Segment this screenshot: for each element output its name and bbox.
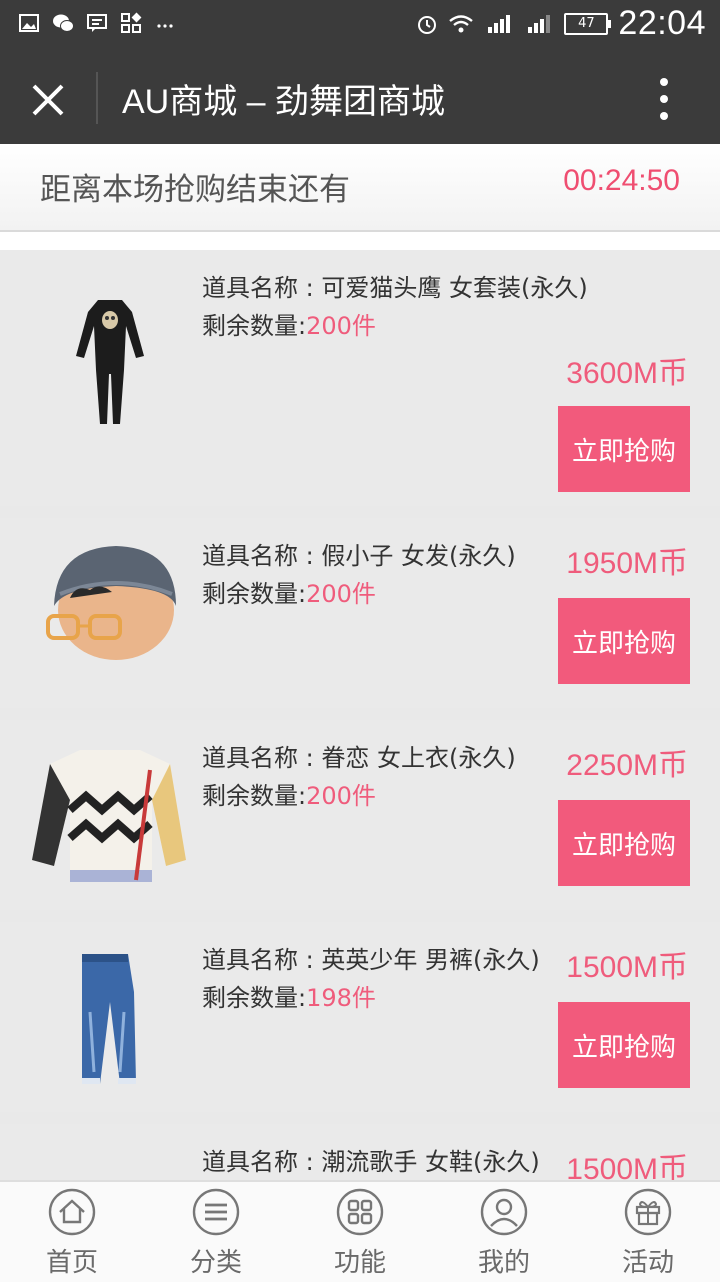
tab-label: 活动 [621,1248,674,1278]
tab-category[interactable]: 分类 [144,1182,288,1282]
stock-label: 剩余数量: [202,984,307,1012]
stock-count: 200件 [306,580,376,608]
status-left-icons [18,12,176,34]
countdown-label: 距离本场抢购结束还有 [40,172,350,208]
stock-label: 剩余数量: [202,782,307,810]
page-title: AU商城 – 劲舞团商城 [122,83,446,121]
tab-mine[interactable]: 我的 [432,1182,576,1282]
status-time: 22:04 [618,4,706,42]
message-icon [87,14,107,32]
stock-label: 剩余数量: [202,312,307,340]
product-price: 3600M币 [566,357,688,390]
tab-label: 我的 [477,1248,530,1278]
bottom-tab-bar: 首页 分类 功能 我的 活动 [0,1180,720,1282]
product-price: 1950M币 [566,547,688,580]
status-right: 47 22:04 [416,4,706,43]
more-notifications-icon [157,24,173,28]
sweater-icon [32,750,186,882]
title-divider [96,72,98,124]
title-bar: AU商城 – 劲舞团商城 [0,52,720,144]
product-name: 道具名称 : 英英少年 男裤(永久) [202,946,540,974]
product-name: 道具名称 : 眷恋 女上衣(永久) [202,744,516,772]
buy-now-button[interactable]: 立即抢购 [558,406,690,492]
close-icon[interactable] [22,74,74,126]
product-list: 道具名称 : 可爱猫头鹰 女套装(永久) 剩余数量:200件 3600M币 立即… [0,250,720,1180]
product-stock: 剩余数量:200件 [202,306,376,341]
menu-icon [192,1188,240,1236]
product-card: 道具名称 : 眷恋 女上衣(永久) 剩余数量:200件 2250M币 立即抢购 [0,720,720,910]
stock-count: 200件 [306,312,376,340]
product-card: 道具名称 : 潮流歌手 女鞋(永久) 1500M币 [0,1124,720,1180]
product-card: 道具名称 : 英英少年 男裤(永久) 剩余数量:198件 1500M币 立即抢购 [0,922,720,1112]
product-price: 2250M币 [566,749,688,782]
product-price: 1500M币 [566,1153,688,1180]
tab-events[interactable]: 活动 [576,1182,720,1282]
wifi-icon [449,14,474,32]
tab-functions[interactable]: 功能 [288,1182,432,1282]
more-options-icon[interactable] [644,74,684,124]
jeans-icon [82,954,136,1084]
buy-now-button[interactable]: 立即抢购 [558,800,690,886]
divider [0,232,720,250]
image-icon [19,14,39,32]
buy-now-button[interactable]: 立即抢购 [558,598,690,684]
tab-label: 首页 [45,1248,98,1278]
apps-icon [121,12,142,33]
tab-label: 分类 [189,1248,242,1278]
battery-indicator: 47 [564,12,612,35]
wechat-icon [53,14,74,32]
signal-2-icon [528,14,551,33]
product-name: 道具名称 : 潮流歌手 女鞋(永久) [202,1148,540,1176]
tab-label: 功能 [333,1248,386,1278]
signal-icon [488,14,511,33]
countdown-bar: 距离本场抢购结束还有 00:24:50 [0,144,720,232]
grid-icon [336,1188,384,1236]
gift-icon [624,1188,672,1236]
product-card: 道具名称 : 可爱猫头鹰 女套装(永久) 剩余数量:200件 3600M币 立即… [0,250,720,506]
product-stock: 剩余数量:198件 [202,978,376,1013]
countdown-time: 00:24:50 [563,164,680,197]
product-stock: 剩余数量:200件 [202,574,376,609]
product-card: 道具名称 : 假小子 女发(永久) 剩余数量:200件 1950M币 立即抢购 [0,518,720,708]
product-price: 1500M币 [566,951,688,984]
user-icon [480,1188,528,1236]
outfit-icon [76,300,144,424]
home-icon [48,1188,96,1236]
product-name: 道具名称 : 假小子 女发(永久) [202,542,516,570]
product-name: 道具名称 : 可爱猫头鹰 女套装(永久) [202,274,588,302]
product-stock: 剩余数量:200件 [202,776,376,811]
stock-count: 200件 [306,782,376,810]
tab-home[interactable]: 首页 [0,1182,144,1282]
stock-label: 剩余数量: [202,580,307,608]
stock-count: 198件 [306,984,376,1012]
status-bar: 47 22:04 [0,0,720,52]
alarm-icon [418,15,437,34]
hair-icon [46,546,176,660]
buy-now-button[interactable]: 立即抢购 [558,1002,690,1088]
